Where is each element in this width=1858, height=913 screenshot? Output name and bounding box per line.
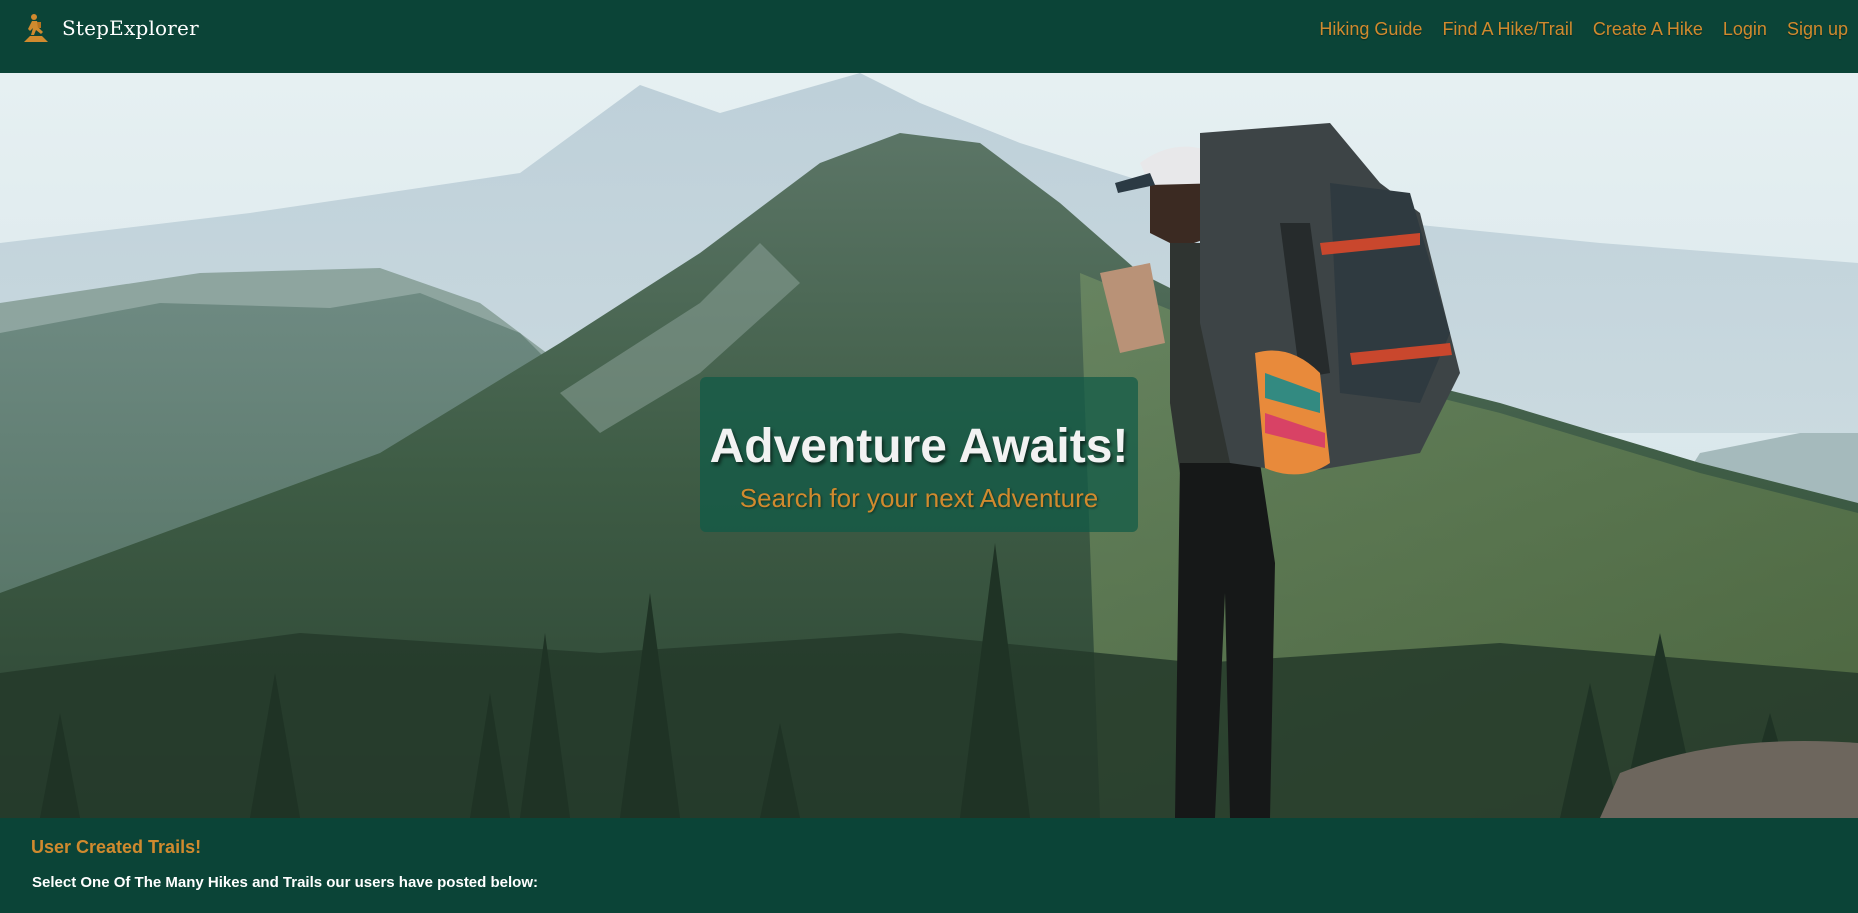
brand-name: StepExplorer bbox=[62, 16, 199, 40]
section-description: Select One Of The Many Hikes and Trails … bbox=[32, 874, 538, 891]
hero-card: Adventure Awaits! Search for your next A… bbox=[700, 377, 1138, 532]
brand-home-link[interactable]: StepExplorer bbox=[20, 12, 199, 44]
nav-link-hiking-guide[interactable]: Hiking Guide bbox=[1319, 19, 1422, 40]
nav-link-find-a-hike[interactable]: Find A Hike/Trail bbox=[1442, 19, 1572, 40]
hero-banner: Adventure Awaits! Search for your next A… bbox=[0, 73, 1858, 818]
nav-link-sign-up[interactable]: Sign up bbox=[1787, 19, 1848, 40]
top-navbar: StepExplorer Hiking Guide Find A Hike/Tr… bbox=[0, 0, 1858, 73]
user-trails-section: User Created Trails! Select One Of The M… bbox=[0, 818, 1858, 913]
nav-links: Hiking Guide Find A Hike/Trail Create A … bbox=[1319, 19, 1848, 40]
section-title: User Created Trails! bbox=[31, 837, 202, 857]
hiker-icon bbox=[24, 14, 48, 42]
hero-title: Adventure Awaits! bbox=[709, 420, 1129, 473]
hero-subtitle: Search for your next Adventure bbox=[739, 483, 1099, 513]
nav-link-create-a-hike[interactable]: Create A Hike bbox=[1593, 19, 1703, 40]
nav-link-login[interactable]: Login bbox=[1723, 19, 1767, 40]
